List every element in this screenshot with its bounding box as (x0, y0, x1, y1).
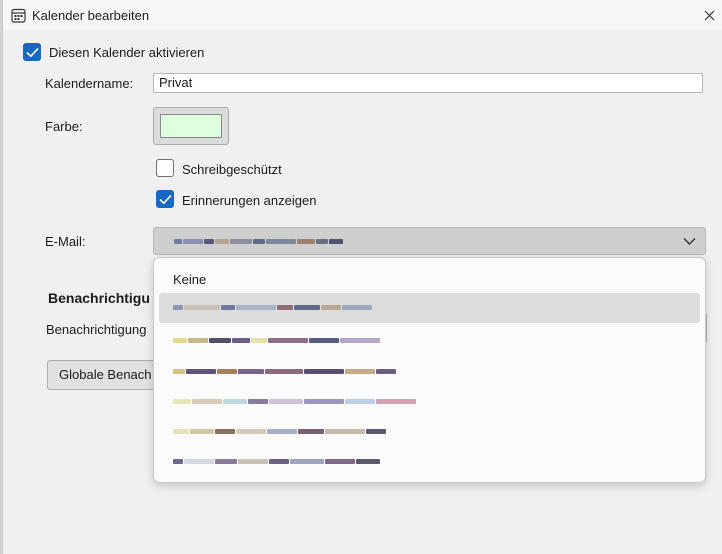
dropdown-option-redacted[interactable] (159, 293, 700, 323)
email-dropdown-list: Keine (153, 257, 706, 483)
dropdown-option-redacted[interactable] (159, 357, 700, 387)
checkmark-icon (26, 47, 39, 58)
calendar-name-input[interactable] (153, 73, 703, 93)
show-reminders-checkbox[interactable] (156, 190, 174, 208)
redacted-text (173, 399, 417, 404)
dropdown-option-redacted[interactable] (159, 447, 700, 477)
edit-calendar-dialog: Kalender bearbeiten Diesen Kalender akti… (2, 0, 722, 554)
redacted-text (173, 305, 373, 310)
readonly-label: Schreibgeschützt (182, 162, 282, 177)
color-swatch (160, 114, 222, 138)
checkmark-icon (159, 194, 172, 205)
calendar-name-label: Kalendername: (45, 76, 134, 91)
email-selected-value-redacted (174, 239, 344, 244)
redacted-text (173, 369, 397, 374)
dropdown-option-redacted[interactable] (159, 387, 700, 417)
notifications-section-title: Benachrichtigu (48, 290, 150, 306)
redacted-text (173, 459, 381, 464)
enable-calendar-checkbox[interactable] (23, 43, 41, 61)
dropdown-option-redacted[interactable] (159, 417, 700, 447)
calendar-icon (11, 8, 26, 23)
redacted-text (173, 429, 387, 434)
color-label: Farbe: (45, 119, 83, 134)
title-bar: Kalender bearbeiten (3, 0, 722, 30)
close-button[interactable] (695, 0, 722, 30)
enable-calendar-label: Diesen Kalender aktivieren (49, 45, 205, 60)
redacted-text (173, 338, 381, 343)
notification-label: Benachrichtigung (46, 322, 147, 337)
dropdown-option-none[interactable]: Keine (159, 264, 700, 294)
dropdown-option-label: Keine (173, 272, 207, 287)
email-select[interactable] (153, 227, 706, 255)
dialog-title: Kalender bearbeiten (32, 8, 150, 23)
email-label: E-Mail: (45, 234, 86, 249)
readonly-checkbox[interactable] (156, 159, 174, 177)
close-icon (704, 10, 714, 20)
dropdown-option-redacted[interactable] (159, 326, 700, 356)
chevron-down-icon (683, 238, 696, 245)
show-reminders-label: Erinnerungen anzeigen (182, 193, 317, 208)
color-picker-button[interactable] (153, 107, 229, 145)
